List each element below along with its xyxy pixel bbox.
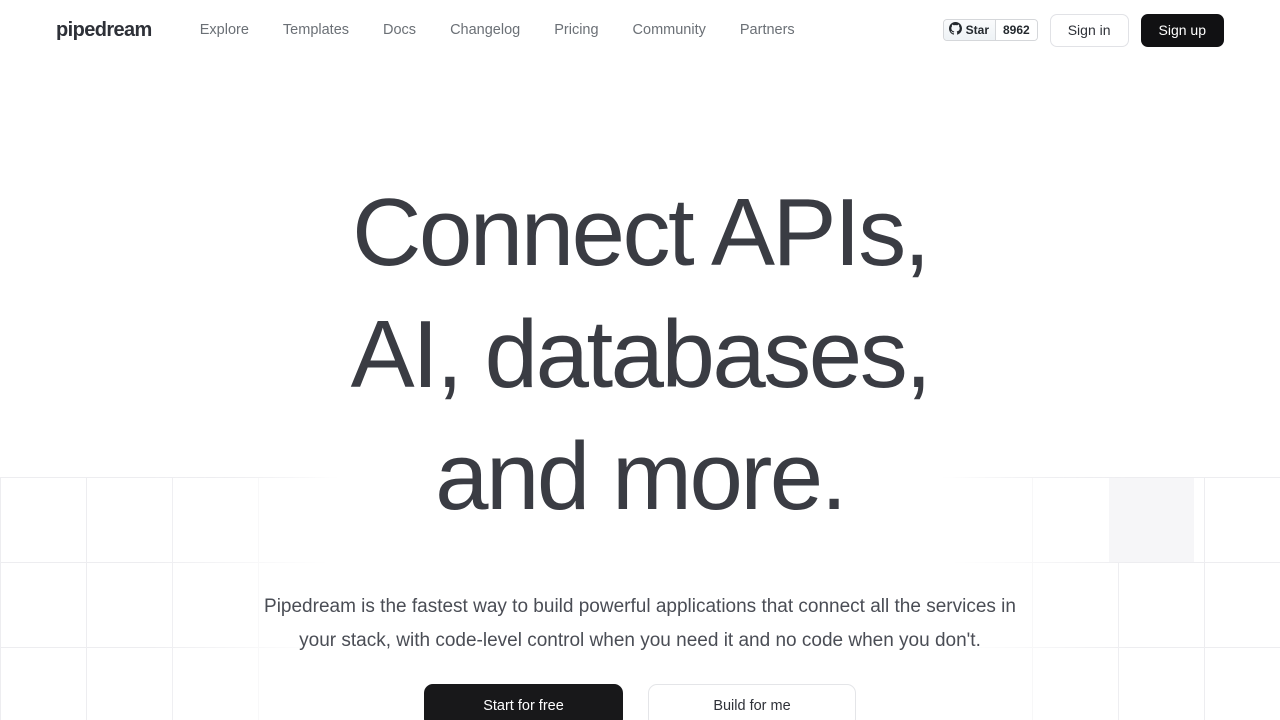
nav-item-pricing[interactable]: Pricing <box>554 22 598 38</box>
sign-up-button[interactable]: Sign up <box>1140 13 1224 47</box>
github-octocat-icon <box>948 22 962 38</box>
nav-item-changelog[interactable]: Changelog <box>450 22 520 38</box>
nav-item-templates[interactable]: Templates <box>283 22 349 38</box>
page-title-line-3: and more. <box>435 423 847 530</box>
github-star-label-group[interactable]: Star <box>943 20 996 40</box>
build-for-me-button[interactable]: Build for me <box>648 684 856 720</box>
github-star-count[interactable]: 8962 <box>996 20 1037 40</box>
page-title-line-1: Connect APIs, <box>352 179 930 286</box>
start-for-free-button[interactable]: Start for free <box>424 684 623 720</box>
nav-item-partners[interactable]: Partners <box>740 22 795 38</box>
hero-subtitle: Pipedream is the fastest way to build po… <box>264 596 1016 651</box>
hero-cta-group: Start for free Build for me <box>0 684 1280 720</box>
pipedream-logo[interactable]: pipedream <box>56 19 152 42</box>
nav-item-docs[interactable]: Docs <box>383 22 416 38</box>
github-star-button[interactable]: Star 8962 <box>942 19 1038 41</box>
main-navigation: Explore Templates Docs Changelog Pricing… <box>200 22 795 38</box>
page-title-line-2: AI, databases, <box>350 301 932 408</box>
header-actions: Star 8962 Sign in Sign up <box>942 13 1224 47</box>
nav-item-community[interactable]: Community <box>633 22 706 38</box>
github-star-label: Star <box>965 23 989 37</box>
page-title: Connect APIs, AI, databases, and more. <box>280 172 1000 538</box>
hero-section: Connect APIs, AI, databases, and more. P… <box>0 60 1280 720</box>
site-header: pipedream Explore Templates Docs Changel… <box>0 0 1280 60</box>
nav-item-explore[interactable]: Explore <box>200 22 249 38</box>
sign-in-button[interactable]: Sign in <box>1049 13 1129 47</box>
